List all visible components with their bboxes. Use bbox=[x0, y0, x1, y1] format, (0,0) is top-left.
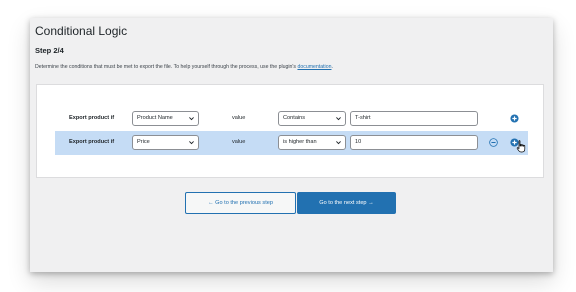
plus-circle-icon[interactable] bbox=[510, 114, 519, 123]
page-title: Conditional Logic bbox=[35, 24, 128, 38]
documentation-link[interactable]: documentation bbox=[297, 64, 331, 70]
value-input[interactable]: T-shirt bbox=[350, 111, 478, 126]
operator-select-value: Contains bbox=[283, 115, 306, 121]
field-select[interactable]: Product Name bbox=[132, 111, 199, 126]
value-label: value bbox=[232, 139, 246, 145]
field-select[interactable]: Price bbox=[132, 135, 199, 150]
next-step-button[interactable]: Go to the next step → bbox=[297, 192, 396, 214]
conditional-logic-panel: Conditional Logic Step 2/4 Determine the… bbox=[30, 18, 553, 272]
step-indicator: Step 2/4 bbox=[35, 46, 64, 55]
description-text: Determine the conditions that must be me… bbox=[35, 64, 333, 70]
operator-select[interactable]: Contains bbox=[278, 111, 346, 126]
minus-circle-icon[interactable] bbox=[489, 138, 498, 147]
field-select-value: Price bbox=[137, 139, 150, 145]
hand-pointer-icon bbox=[516, 140, 526, 153]
chevron-down-icon bbox=[336, 141, 341, 145]
rule-label: Export product if bbox=[69, 115, 115, 121]
description-end: . bbox=[331, 64, 333, 70]
chevron-down-icon bbox=[189, 141, 194, 145]
rules-container: Export product if Product Name value Con… bbox=[36, 84, 544, 178]
chevron-down-icon bbox=[189, 117, 194, 121]
rule-row: Export product if Product Name value Con… bbox=[55, 107, 528, 131]
rule-label: Export product if bbox=[69, 139, 115, 145]
value-input[interactable]: 10 bbox=[350, 135, 478, 150]
operator-select-value: is higher than bbox=[283, 139, 317, 145]
value-label: value bbox=[232, 115, 246, 121]
rule-row: Export product if Price value is higher … bbox=[55, 131, 528, 155]
description-body: Determine the conditions that must be me… bbox=[35, 64, 296, 70]
previous-step-button[interactable]: ← Go to the previous step bbox=[185, 192, 296, 214]
chevron-down-icon bbox=[336, 117, 341, 121]
operator-select[interactable]: is higher than bbox=[278, 135, 346, 150]
field-select-value: Product Name bbox=[137, 115, 173, 121]
